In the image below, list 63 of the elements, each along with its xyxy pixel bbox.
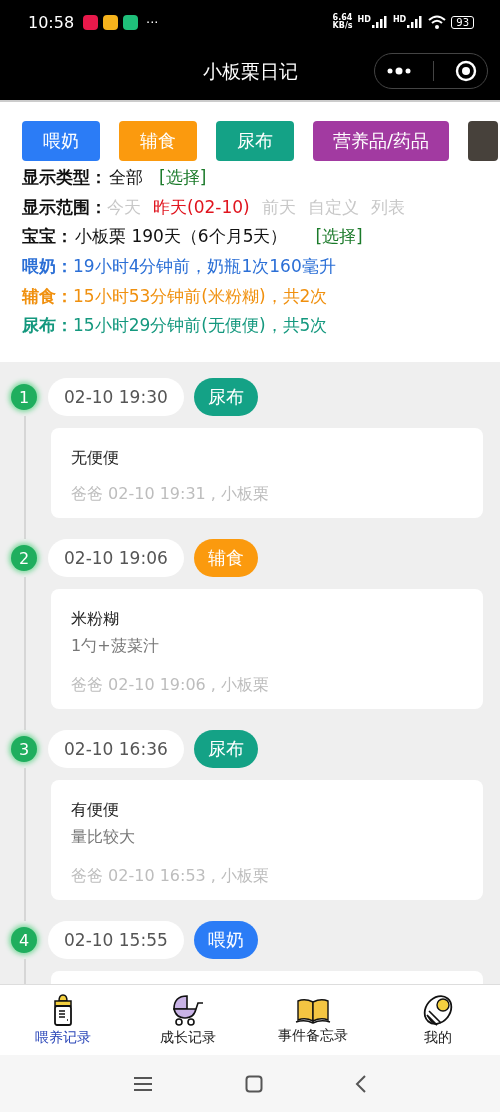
entry-number: 3 xyxy=(11,736,37,762)
signal-icon xyxy=(407,16,424,28)
baby-label: 宝宝： xyxy=(22,225,73,249)
summary-label: 辅食： xyxy=(22,284,73,308)
hd-label: HD xyxy=(357,16,371,24)
summary-label: 喂奶： xyxy=(22,255,73,279)
category-button[interactable]: 喂奶 xyxy=(22,121,100,161)
entry-type-tag: 尿布 xyxy=(193,378,258,416)
summary-text: 19小时4分钟前，奶瓶1次160毫升 xyxy=(73,255,336,279)
more-notifications-text: ··· xyxy=(146,14,159,30)
filter-label: 显示范围： xyxy=(22,195,107,219)
app-notification-icon xyxy=(83,14,99,30)
entry-meta: 爸爸 02-10 19:06 , 小板栗 xyxy=(71,674,271,696)
page-title: 小板栗日记 xyxy=(202,59,298,84)
entry-time: 02-10 15:55 xyxy=(48,921,184,959)
entry-card[interactable]: 有便便 量比较大 爸爸 02-10 16:53 , 小板栗 xyxy=(51,780,483,900)
tab-item[interactable]: 我的 xyxy=(375,985,500,1055)
summary-label: 尿布： xyxy=(22,314,73,338)
close-program-icon[interactable] xyxy=(454,60,477,82)
network-speed: 6.64 KB/s xyxy=(332,14,353,30)
entry-title: 米粉糊 xyxy=(71,608,120,630)
summary-text: 15小时53分钟前(米粉糊)，共2次 xyxy=(73,284,328,308)
entry-card[interactable]: 无便便 爸爸 02-10 19:31 , 小板栗 xyxy=(51,428,483,518)
entry-time: 02-10 19:06 xyxy=(48,539,184,577)
baby-info: 小板栗 190天（6个月5天） xyxy=(75,225,288,249)
wifi-icon xyxy=(428,15,447,29)
entry-title: 有便便 xyxy=(71,799,120,821)
app-notification-icon xyxy=(103,14,119,30)
menu-icon[interactable] xyxy=(133,1075,153,1092)
select-link[interactable]: [选择] xyxy=(315,225,363,249)
signal-icon xyxy=(371,16,388,28)
entry-note: 1勺+菠菜汁 xyxy=(71,635,160,657)
home-icon[interactable] xyxy=(245,1074,263,1093)
entry-time: 02-10 16:36 xyxy=(48,730,184,768)
category-button[interactable]: 营养品/药品 xyxy=(313,121,450,161)
entry-type-tag: 喂奶 xyxy=(193,921,258,959)
hd-label: HD xyxy=(392,16,407,24)
tab-item[interactable]: 成长记录 xyxy=(125,985,250,1055)
category-button[interactable]: 尿布 xyxy=(216,121,294,161)
tab-item[interactable]: 事件备忘录 xyxy=(250,985,375,1055)
app-notification-icon xyxy=(123,14,139,30)
filter-label: 显示类型： xyxy=(22,166,107,190)
filter-value: 全部 xyxy=(109,166,143,190)
category-button[interactable] xyxy=(468,121,499,161)
entry-time: 02-10 19:30 xyxy=(48,378,184,416)
select-link[interactable]: [选择] xyxy=(159,166,207,190)
entry-type-tag: 辅食 xyxy=(193,539,258,577)
summary-text: 15小时29分钟前(无便便)，共5次 xyxy=(73,314,328,338)
entry-meta: 爸爸 02-10 16:53 , 小板栗 xyxy=(71,865,271,887)
entry-number: 1 xyxy=(11,384,37,410)
entry-title: 无便便 xyxy=(71,447,120,469)
back-icon[interactable] xyxy=(355,1073,367,1094)
more-options-icon[interactable] xyxy=(385,67,412,75)
entry-number: 4 xyxy=(11,927,37,953)
entry-number: 2 xyxy=(11,545,37,571)
entry-type-tag: 尿布 xyxy=(193,730,258,768)
status-time: 10:58 xyxy=(28,12,75,32)
tab-item[interactable]: 喂养记录 xyxy=(0,985,125,1055)
entry-note: 量比较大 xyxy=(71,826,136,848)
battery-indicator: 93 xyxy=(451,15,474,29)
range-option[interactable]: 昨天(02-10) xyxy=(153,195,250,219)
entry-meta: 爸爸 02-10 19:31 , 小板栗 xyxy=(71,483,271,505)
entry-card[interactable]: 米粉糊 1勺+菠菜汁 爸爸 02-10 19:06 , 小板栗 xyxy=(51,589,483,709)
